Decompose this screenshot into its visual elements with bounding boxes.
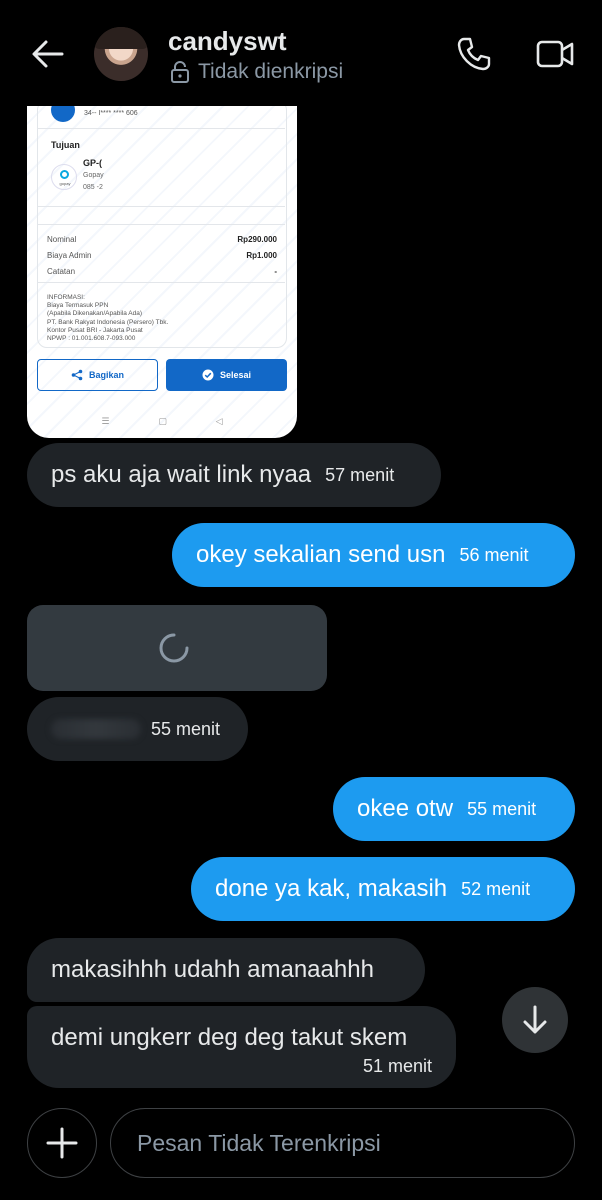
message-text: demi ungkerr deg deg takut skem [51, 1024, 408, 1051]
message-text: okey sekalian send usn [196, 541, 446, 568]
chat-username[interactable]: candyswt [168, 26, 287, 57]
note-value: - [274, 267, 277, 276]
avatar[interactable] [94, 27, 148, 81]
recipient-number: 085 -2 [83, 184, 103, 191]
message-time: 55 menit [151, 718, 221, 739]
android-nav-bar: ☰ ▢ ◁ [27, 416, 297, 432]
message-text: makasihhh udahh amanaahhh [51, 956, 374, 983]
message-time: 52 menit [461, 878, 531, 899]
loading-media-attachment[interactable] [27, 605, 327, 691]
message-bubble-incoming[interactable]: demi ungkerr deg deg takut skem 51 menit [27, 1006, 456, 1088]
receipt-info: INFORMASI: Biaya Termasuk PPN (Apabila D… [47, 294, 169, 343]
destination-label: Tujuan [51, 140, 80, 150]
nominal-value: Rp290.000 [237, 235, 277, 244]
back-triangle-icon: ◁ [215, 416, 223, 426]
admin-fee-label: Biaya Admin [47, 251, 92, 260]
divider [37, 282, 285, 283]
done-button: Selesai [166, 359, 287, 391]
gopay-logo-icon: gopay [51, 164, 77, 190]
home-square-icon: ▢ [158, 416, 167, 426]
message-time: 56 menit [459, 544, 529, 565]
encryption-status: Tidak dienkripsi [170, 60, 343, 84]
note-label: Catatan [47, 267, 76, 276]
nominal-label: Nominal [47, 235, 77, 244]
message-input[interactable] [137, 1109, 557, 1177]
recipient-bank: Gopay [83, 172, 104, 179]
message-bubble-incoming[interactable]: makasihhh udahh amanaahhh [27, 938, 425, 1002]
message-text: ps aku aja wait link nyaa [51, 461, 312, 488]
lock-icon [171, 61, 189, 83]
menu-icon: ☰ [101, 416, 110, 426]
arrow-down-icon [523, 1005, 547, 1034]
divider [37, 206, 285, 207]
message-bubble-outgoing[interactable]: okee otw 55 menit [333, 777, 575, 841]
back-arrow-icon[interactable] [28, 36, 68, 72]
plus-icon [46, 1127, 78, 1159]
video-camera-icon[interactable] [536, 38, 574, 70]
encryption-status-text: Tidak dienkripsi [198, 60, 344, 83]
message-text: done ya kak, makasih [215, 875, 448, 902]
message-text: okee otw [357, 795, 454, 822]
message-bubble-incoming[interactable]: 55 menit [27, 697, 248, 761]
phone-icon[interactable] [456, 36, 492, 72]
divider [37, 128, 285, 129]
message-bubble-outgoing[interactable]: okey sekalian send usn 56 menit [172, 523, 575, 587]
source-account: 34-- I**** **** 606 [84, 110, 138, 117]
message-bubble-outgoing[interactable]: done ya kak, makasih 52 menit [191, 857, 575, 921]
message-time: 55 menit [467, 798, 537, 819]
chat-header: candyswt Tidak dienkripsi [0, 0, 602, 104]
message-composer[interactable] [110, 1108, 575, 1178]
blurred-text [51, 719, 141, 739]
divider [37, 224, 285, 225]
recipient-name: GP-( [83, 158, 102, 168]
message-time: 51 menit [362, 1056, 432, 1076]
share-icon [71, 369, 83, 381]
scroll-to-bottom-button[interactable] [502, 987, 568, 1053]
admin-fee-value: Rp1.000 [246, 251, 277, 260]
message-bubble-incoming[interactable]: ps aku aja wait link nyaa 57 menit [27, 443, 441, 507]
share-button: Bagikan [37, 359, 158, 391]
transfer-receipt-image[interactable]: 34-- I**** **** 606 Tujuan gopay GP-( Go… [27, 106, 297, 438]
check-circle-icon [202, 369, 214, 381]
message-time: 57 menit [325, 464, 395, 485]
loading-spinner-icon [159, 633, 189, 663]
add-attachment-button[interactable] [27, 1108, 97, 1178]
